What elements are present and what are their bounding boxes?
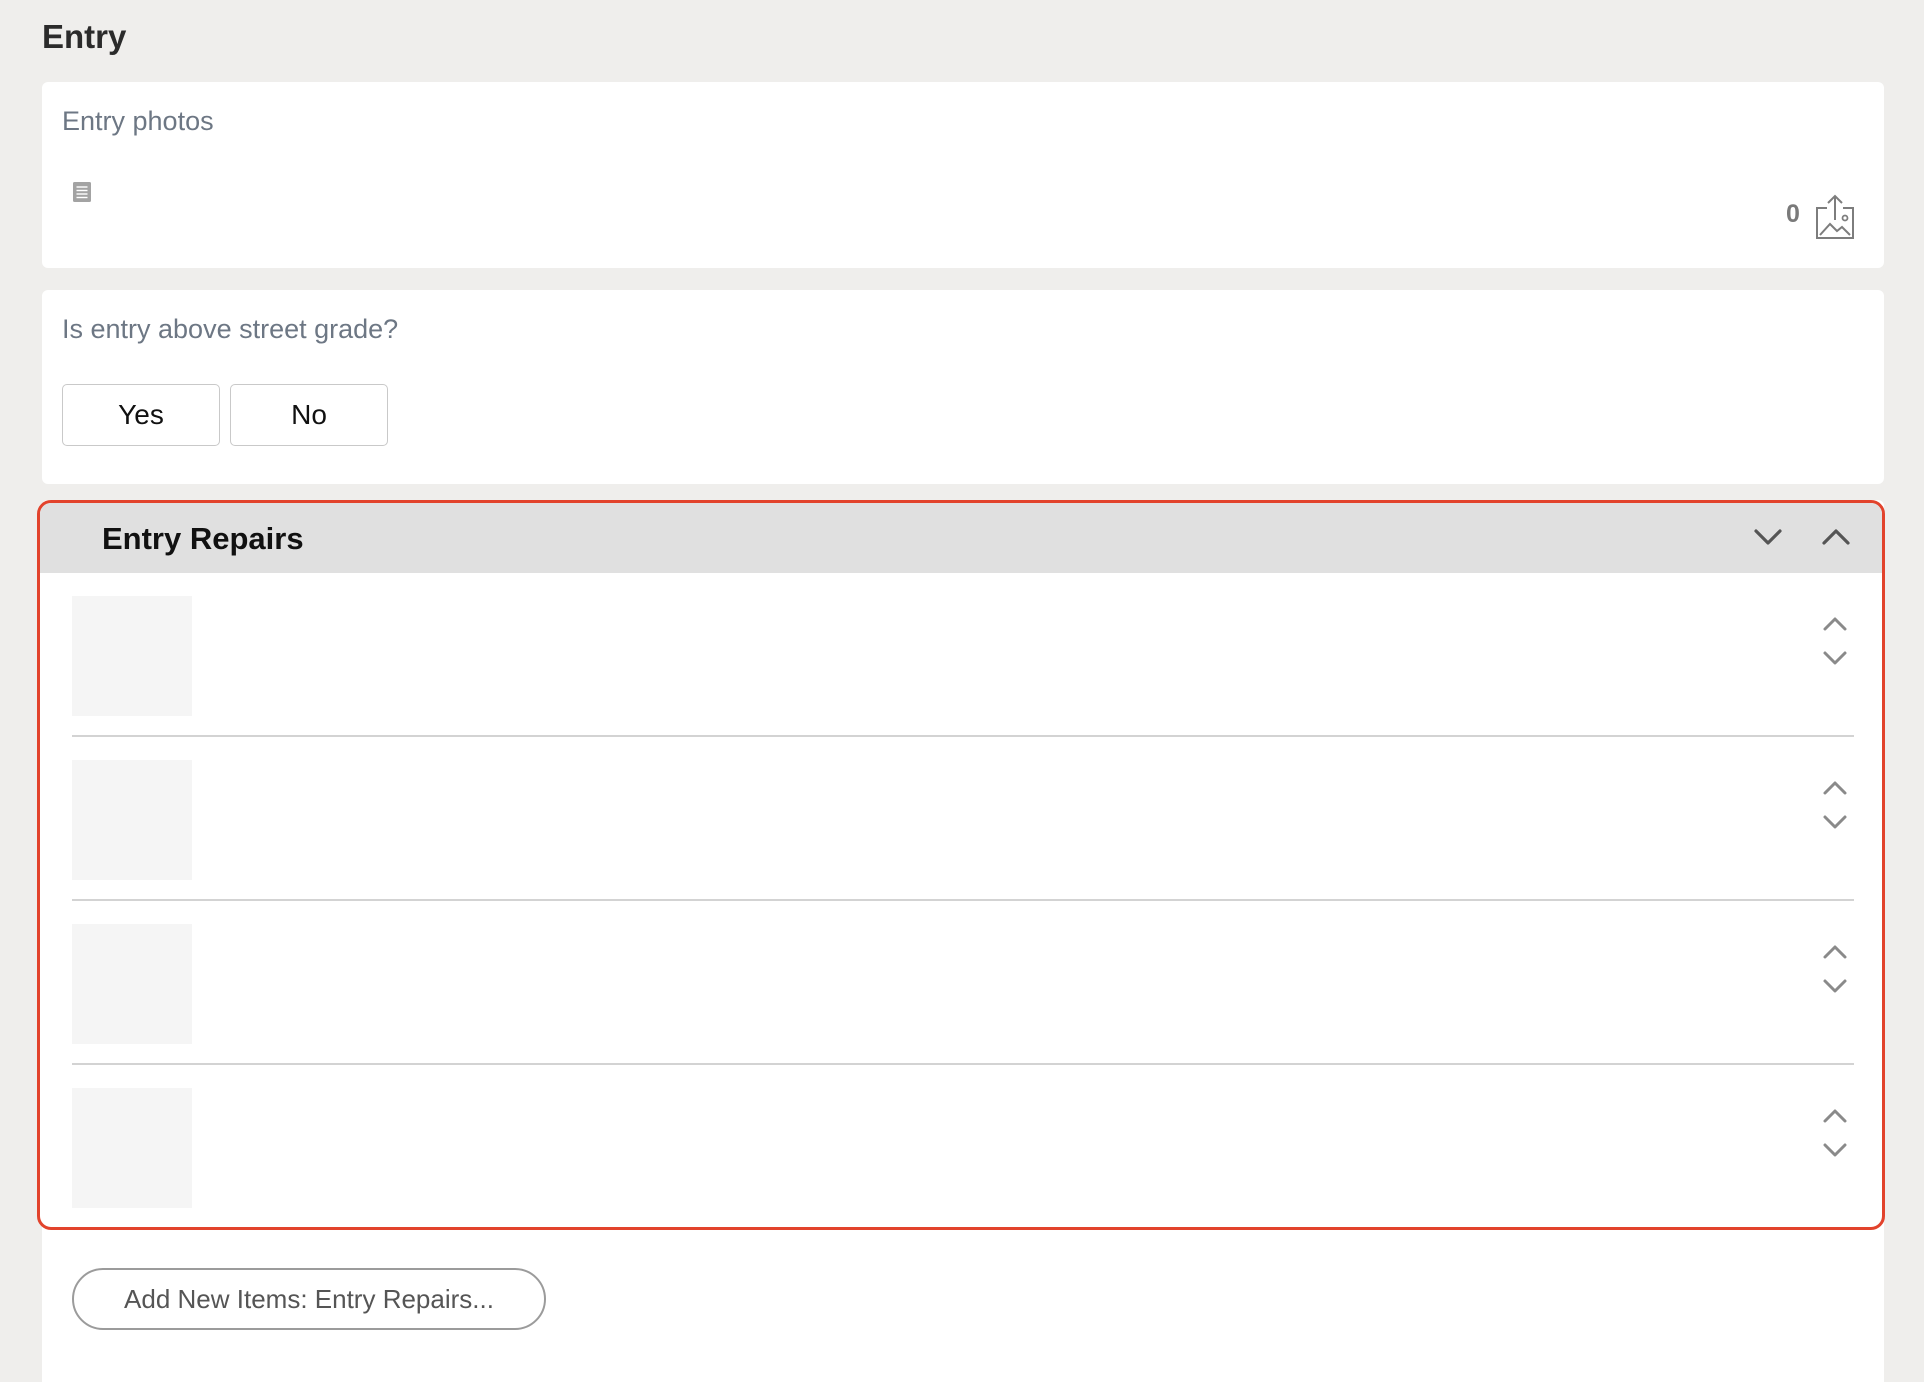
chevron-down-icon[interactable] xyxy=(1820,811,1850,833)
chevron-up-icon[interactable] xyxy=(1820,1105,1850,1127)
street-grade-card: Is entry above street grade? Yes No xyxy=(42,290,1884,484)
section-title: Entry xyxy=(42,18,127,55)
no-button[interactable]: No xyxy=(230,384,388,446)
repair-item-row[interactable] xyxy=(72,1065,1854,1227)
page: Entry Entry photos 0 Is entry above stre… xyxy=(0,0,1924,1382)
add-new-items-button[interactable]: Add New Items: Entry Repairs... xyxy=(72,1268,546,1330)
chevron-up-icon[interactable] xyxy=(1820,941,1850,963)
chevron-down-icon[interactable] xyxy=(1820,647,1850,669)
chevron-down-icon[interactable] xyxy=(1750,523,1786,551)
street-grade-question: Is entry above street grade? xyxy=(62,314,399,344)
chevron-up-icon[interactable] xyxy=(1820,613,1850,635)
yes-button[interactable]: Yes xyxy=(62,384,220,446)
repair-item-thumbnail xyxy=(72,760,192,880)
entry-repairs-title: Entry Repairs xyxy=(102,521,304,556)
entry-repairs-header: Entry Repairs xyxy=(40,503,1882,573)
entry-photos-label: Entry photos xyxy=(62,106,214,136)
chevron-down-icon[interactable] xyxy=(1820,975,1850,997)
repair-item-row[interactable] xyxy=(72,573,1854,737)
note-icon[interactable] xyxy=(72,181,92,203)
repair-item-thumbnail xyxy=(72,924,192,1044)
photo-count: 0 xyxy=(1786,200,1800,228)
entry-repairs-section: Entry Repairs xyxy=(37,500,1885,1230)
repair-item-thumbnail xyxy=(72,1088,192,1208)
chevron-up-icon[interactable] xyxy=(1820,777,1850,799)
chevron-up-icon[interactable] xyxy=(1818,523,1854,551)
repair-item-row[interactable] xyxy=(72,737,1854,901)
repair-item-thumbnail xyxy=(72,596,192,716)
chevron-down-icon[interactable] xyxy=(1820,1139,1850,1161)
entry-photos-card: Entry photos 0 xyxy=(42,82,1884,268)
image-upload-icon[interactable] xyxy=(1814,194,1856,240)
repair-item-row[interactable] xyxy=(72,901,1854,1065)
